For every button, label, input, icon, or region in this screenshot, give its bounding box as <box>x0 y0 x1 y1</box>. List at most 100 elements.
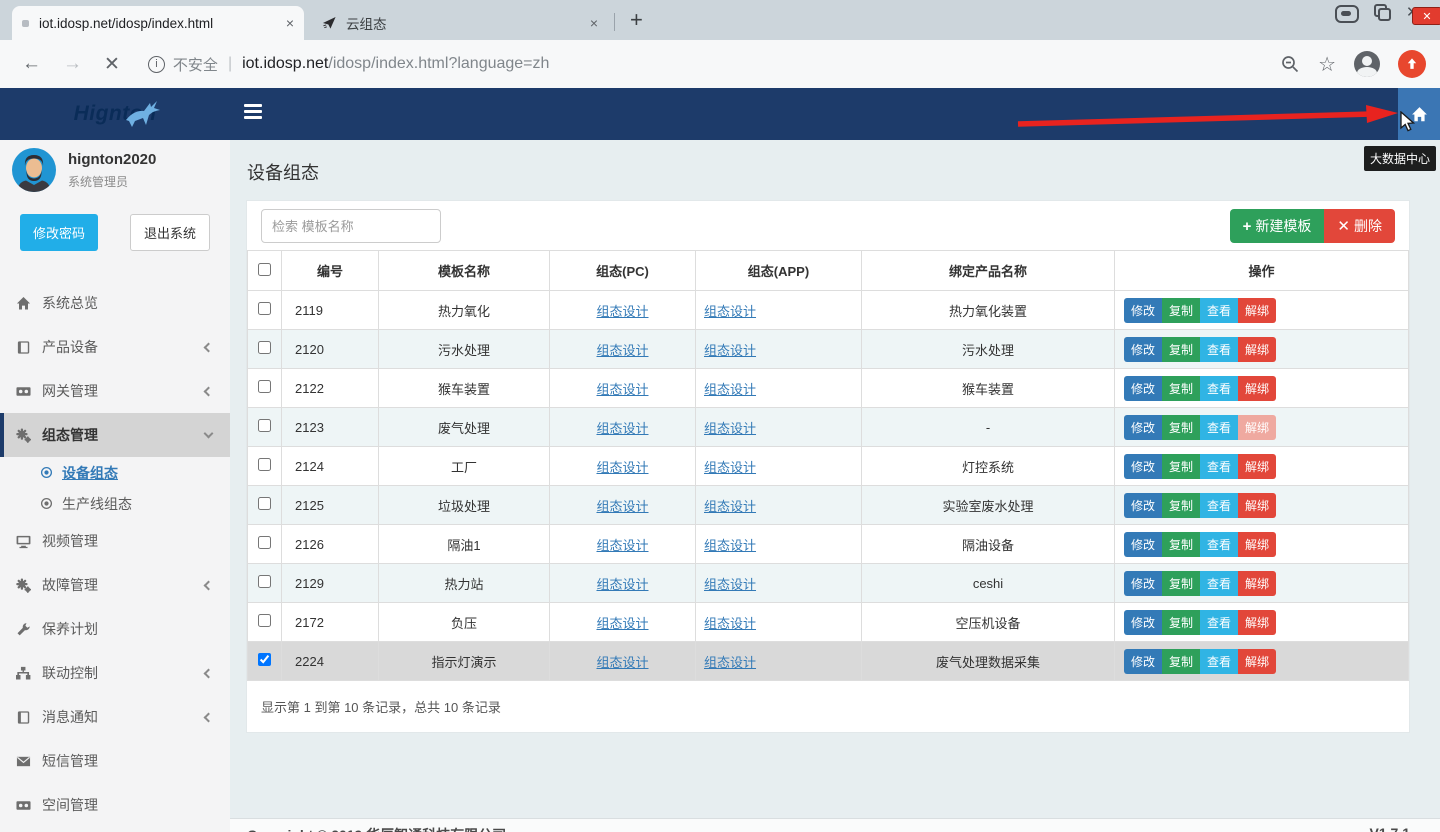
row-checkbox[interactable] <box>258 302 271 315</box>
copy-button[interactable]: 复制 <box>1162 298 1200 323</box>
view-button[interactable]: 查看 <box>1200 610 1238 635</box>
pc-design-link[interactable]: 组态设计 <box>596 421 648 436</box>
row-checkbox[interactable] <box>258 380 271 393</box>
view-button[interactable]: 查看 <box>1200 649 1238 674</box>
sidebar-item-video-mgmt[interactable]: 视频管理 <box>0 519 230 563</box>
pc-design-link[interactable]: 组态设计 <box>596 460 648 475</box>
row-checkbox[interactable] <box>258 614 271 627</box>
row-checkbox[interactable] <box>258 497 271 510</box>
copy-button[interactable]: 复制 <box>1162 454 1200 479</box>
app-design-link[interactable]: 组态设计 <box>704 538 756 553</box>
app-design-link[interactable]: 组态设计 <box>704 616 756 631</box>
back-icon[interactable]: ← <box>22 53 41 75</box>
sidebar-item-system-overview[interactable]: 系统总览 <box>0 281 230 325</box>
sidebar-item-device-config[interactable]: 设备组态 <box>0 457 230 488</box>
sidebar-item-linkage-control[interactable]: 联动控制 <box>0 651 230 695</box>
copy-button[interactable]: 复制 <box>1162 493 1200 518</box>
view-button[interactable]: 查看 <box>1200 532 1238 557</box>
pc-design-link[interactable]: 组态设计 <box>596 343 648 358</box>
sidebar-item-sms-mgmt[interactable]: 短信管理 <box>0 739 230 783</box>
logout-button[interactable]: 退出系统 <box>130 214 210 251</box>
copy-button[interactable]: 复制 <box>1162 337 1200 362</box>
copy-button[interactable]: 复制 <box>1162 415 1200 440</box>
row-checkbox[interactable] <box>258 341 271 354</box>
tab-current-page[interactable]: iot.idosp.net/idosp/index.html × <box>12 6 304 40</box>
sidebar-item-product-device[interactable]: 产品设备 <box>0 325 230 369</box>
minimize-button[interactable] <box>1334 3 1360 25</box>
view-button[interactable]: 查看 <box>1200 493 1238 518</box>
view-button[interactable]: 查看 <box>1200 454 1238 479</box>
zoom-out-icon[interactable] <box>1280 54 1300 74</box>
select-all-checkbox[interactable] <box>258 263 271 276</box>
new-template-button[interactable]: +新建模板 <box>1230 209 1325 243</box>
copy-button[interactable]: 复制 <box>1162 571 1200 596</box>
pc-design-link[interactable]: 组态设计 <box>596 382 648 397</box>
view-button[interactable]: 查看 <box>1200 415 1238 440</box>
search-input[interactable] <box>261 209 441 243</box>
tab-close-icon[interactable]: × <box>286 15 294 31</box>
pc-design-link[interactable]: 组态设计 <box>596 655 648 670</box>
sidebar-item-space-mgmt[interactable]: 空间管理 <box>0 783 230 827</box>
edit-button[interactable]: 修改 <box>1124 298 1162 323</box>
big-data-center-button[interactable] <box>1398 88 1440 140</box>
edit-button[interactable]: 修改 <box>1124 610 1162 635</box>
sidebar-item-gateway-mgmt[interactable]: 网关管理 <box>0 369 230 413</box>
info-icon[interactable]: i <box>148 56 165 73</box>
edit-button[interactable]: 修改 <box>1124 376 1162 401</box>
copy-button[interactable]: 复制 <box>1162 649 1200 674</box>
edit-button[interactable]: 修改 <box>1124 571 1162 596</box>
copy-button[interactable]: 复制 <box>1162 376 1200 401</box>
close-button[interactable]: ✕ ✕ <box>1406 3 1432 25</box>
sidebar-item-line-config[interactable]: 生产线组态 <box>0 488 230 519</box>
new-tab-button[interactable]: + <box>630 8 643 32</box>
pc-design-link[interactable]: 组态设计 <box>596 616 648 631</box>
view-button[interactable]: 查看 <box>1200 571 1238 596</box>
unbind-button[interactable]: 解绑 <box>1238 649 1276 674</box>
row-checkbox[interactable] <box>258 575 271 588</box>
edit-button[interactable]: 修改 <box>1124 649 1162 674</box>
copy-button[interactable]: 复制 <box>1162 532 1200 557</box>
edit-button[interactable]: 修改 <box>1124 337 1162 362</box>
app-design-link[interactable]: 组态设计 <box>704 460 756 475</box>
sidebar-item-fault-mgmt[interactable]: 故障管理 <box>0 563 230 607</box>
app-design-link[interactable]: 组态设计 <box>704 421 756 436</box>
pc-design-link[interactable]: 组态设计 <box>596 499 648 514</box>
view-button[interactable]: 查看 <box>1200 298 1238 323</box>
copy-button[interactable]: 复制 <box>1162 610 1200 635</box>
row-checkbox[interactable] <box>258 419 271 432</box>
unbind-button[interactable]: 解绑 <box>1238 532 1276 557</box>
unbind-button[interactable]: 解绑 <box>1238 415 1276 440</box>
unbind-button[interactable]: 解绑 <box>1238 376 1276 401</box>
omnibox[interactable]: i 不安全 | iot.idosp.net /idosp/index.html?… <box>148 54 550 75</box>
unbind-button[interactable]: 解绑 <box>1238 337 1276 362</box>
unbind-button[interactable]: 解绑 <box>1238 493 1276 518</box>
edit-button[interactable]: 修改 <box>1124 454 1162 479</box>
tab-close-icon[interactable]: × <box>590 15 598 31</box>
app-design-link[interactable]: 组态设计 <box>704 499 756 514</box>
sidebar-item-message-notify[interactable]: 消息通知 <box>0 695 230 739</box>
view-button[interactable]: 查看 <box>1200 376 1238 401</box>
row-checkbox[interactable] <box>258 458 271 471</box>
pc-design-link[interactable]: 组态设计 <box>596 538 648 553</box>
restore-button[interactable] <box>1370 3 1396 25</box>
edit-button[interactable]: 修改 <box>1124 415 1162 440</box>
unbind-button[interactable]: 解绑 <box>1238 298 1276 323</box>
unbind-button[interactable]: 解绑 <box>1238 610 1276 635</box>
unbind-button[interactable]: 解绑 <box>1238 454 1276 479</box>
pc-design-link[interactable]: 组态设计 <box>596 304 648 319</box>
bookmark-star-icon[interactable]: ☆ <box>1318 52 1336 77</box>
edit-button[interactable]: 修改 <box>1124 493 1162 518</box>
tab-cloud-config[interactable]: 云组态 × <box>312 6 608 40</box>
delete-button[interactable]: ✕删除 <box>1324 209 1395 243</box>
extension-icon[interactable] <box>1398 50 1426 78</box>
unbind-button[interactable]: 解绑 <box>1238 571 1276 596</box>
app-design-link[interactable]: 组态设计 <box>704 304 756 319</box>
app-design-link[interactable]: 组态设计 <box>704 655 756 670</box>
forward-icon[interactable]: → <box>63 53 82 75</box>
row-checkbox[interactable] <box>258 653 271 666</box>
row-checkbox[interactable] <box>258 536 271 549</box>
edit-button[interactable]: 修改 <box>1124 532 1162 557</box>
sidebar-item-config-mgmt[interactable]: 组态管理 <box>0 413 230 457</box>
view-button[interactable]: 查看 <box>1200 337 1238 362</box>
pc-design-link[interactable]: 组态设计 <box>596 577 648 592</box>
